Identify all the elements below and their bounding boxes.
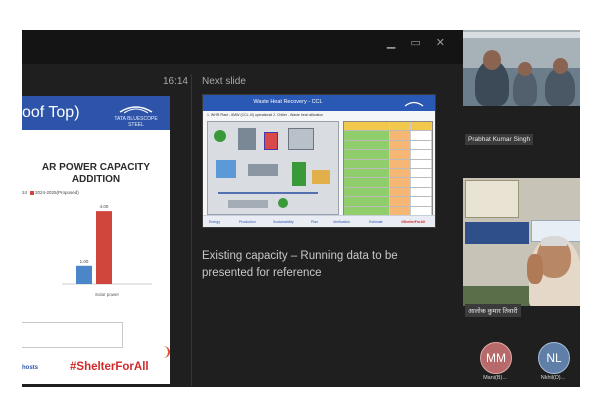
participant-name-1: Prabhat Kumar Singh — [465, 134, 534, 145]
thumb-footer-item: Plan — [311, 220, 319, 224]
chart-title: AR POWER CAPACITY ADDITION — [22, 162, 170, 186]
participant-avatar-label: Nkhil(D)... — [540, 375, 566, 381]
thumb-subtitle: 1. WHR Plant - 6MW (CCL-III) operational… — [207, 113, 324, 117]
participant-avatar-mm[interactable]: MM — [480, 342, 512, 374]
chart-legend: 24 2024-2025(Proposed) — [22, 190, 112, 195]
thumb-footer-item: Verification — [333, 220, 351, 224]
legend-left: 24 — [22, 190, 28, 195]
legend-right: 2024-2025(Proposed) — [35, 190, 79, 195]
slide-header: oof Top) TATA BLUESCOPE STEEL — [22, 96, 170, 130]
thumb-logo — [403, 99, 425, 109]
window-controls[interactable]: ▁ ▭ ✕ — [387, 36, 451, 49]
company-logo: TATA BLUESCOPE STEEL — [110, 102, 162, 128]
thumb-hashtag: #ShelterForAll — [401, 220, 425, 224]
slide-footer-left: hosts — [22, 365, 39, 371]
slide-textbox — [22, 322, 123, 348]
logo-swoosh-icon — [119, 106, 153, 114]
chart-title-line1: AR POWER CAPACITY — [41, 162, 151, 173]
legend-swatch — [30, 190, 35, 195]
speaker-notes[interactable]: Existing capacity – Running data to be p… — [202, 248, 442, 282]
pane-divider[interactable] — [191, 74, 192, 386]
presenter-window: ▁ ▭ ✕ 16:14 Next slide oof Top) TATA BLU… — [22, 30, 580, 387]
participant-video-1[interactable] — [463, 30, 580, 106]
participant-name-2: आलोक कुमार तिवारी — [465, 304, 521, 317]
data-table — [343, 121, 433, 216]
thumb-title: Waste Heat Recovery - CCL — [253, 99, 323, 105]
thumb-footer-item: Estimate — [369, 220, 383, 224]
slide-hashtag: #ShelterForAll — [70, 361, 149, 373]
presenter-toolbar: ▁ ▭ ✕ — [22, 30, 463, 64]
next-slide-thumbnail[interactable]: Waste Heat Recovery - CCL 1. WHR Plant -… — [202, 94, 436, 228]
bar-value-label: 4.00 — [100, 204, 109, 209]
participant-avatar-label: Mani(B)... — [483, 375, 507, 381]
swirl-icon — [156, 346, 170, 358]
thumb-footer-item: Energy — [209, 220, 221, 224]
bar-1 — [96, 211, 112, 284]
logo-swoosh-icon — [404, 101, 424, 107]
next-slide-label: Next slide — [202, 76, 246, 87]
thumb-footer-item: Sustainability — [273, 220, 294, 224]
process-diagram — [207, 121, 339, 215]
thumb-footer: Energy Production Sustainability Plan Ve… — [203, 215, 435, 227]
current-time: 16:14 — [162, 76, 188, 87]
current-slide[interactable]: oof Top) TATA BLUESCOPE STEEL AR POWER C… — [22, 96, 170, 384]
chart-title-line2: ADDITION — [71, 174, 121, 185]
slide-header-title: oof Top) — [22, 104, 80, 121]
logo-text: TATA BLUESCOPE STEEL — [114, 116, 158, 128]
x-axis-label: Solar power — [94, 292, 119, 297]
bar-0 — [76, 265, 92, 284]
participant-video-2[interactable] — [463, 178, 580, 306]
participant-avatar-nl[interactable]: NL — [538, 342, 570, 374]
bar-value-label: 1.00 — [80, 259, 89, 264]
thumb-footer-item: Production — [239, 220, 256, 224]
bar-chart: 1.00 4.00 — [62, 204, 152, 285]
thumb-header: Waste Heat Recovery - CCL — [203, 95, 435, 111]
